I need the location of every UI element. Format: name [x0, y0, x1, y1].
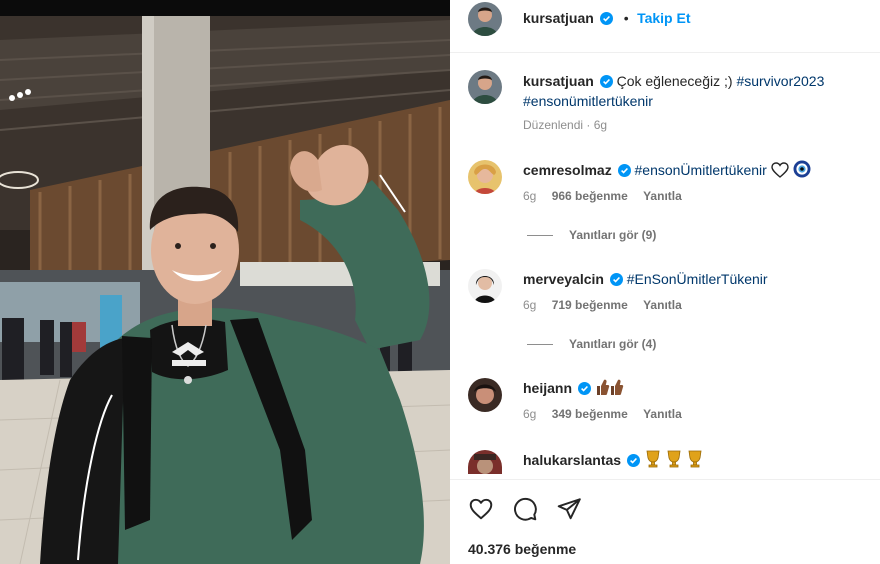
view-replies-button[interactable]: Yanıtları gör (9) [527, 228, 656, 242]
commenter-avatar[interactable] [468, 269, 502, 303]
comment: halukarslantas [523, 450, 853, 470]
comment-meta: 6g 966 beğenme Yanıtla [523, 186, 853, 206]
replies-line [527, 343, 553, 345]
reply-button[interactable]: Yanıtla [643, 298, 682, 312]
caption-meta: Düzenlendi · 6g [523, 118, 608, 132]
trophy-icon [646, 450, 702, 468]
comment-likes[interactable]: 349 beğenme [552, 407, 628, 421]
comment-meta: 6g 719 beğenme Yanıtla [523, 295, 853, 315]
post-header: kursatjuan • Takip Et [450, 0, 880, 40]
post-caption: kursatjuan Çok eğleneceğiz ;) #survivor2… [523, 71, 853, 135]
comment-username[interactable]: heijann [523, 380, 572, 396]
caption-text: Çok eğleneceğiz ;) [616, 73, 733, 89]
post-sidebar: kursatjuan • Takip Et kursatjuan Çok eğl… [450, 0, 880, 564]
verified-badge-icon [617, 164, 631, 177]
verified-badge-icon [577, 382, 591, 395]
post-photo[interactable] [0, 0, 450, 564]
verified-badge-icon [600, 12, 614, 25]
comment-username[interactable]: cemresolmaz [523, 162, 612, 178]
header-separator: • [623, 10, 629, 26]
caption-hashtag[interactable]: #survivor2023 [736, 73, 824, 89]
caption-username[interactable]: kursatjuan [523, 73, 594, 89]
view-replies-label: Yanıtları gör (9) [569, 228, 657, 242]
comment-meta: 6g 349 beğenme Yanıtla [523, 404, 853, 424]
reply-button[interactable]: Yanıtla [643, 407, 682, 421]
comment-username[interactable]: merveyalcin [523, 271, 604, 287]
comment: cemresolmaz #ensonÜmitlertükenir 6g 966 … [523, 160, 853, 206]
commenter-avatar[interactable] [468, 378, 502, 412]
comment-likes[interactable]: 966 beğenme [552, 189, 628, 203]
comment-text[interactable]: #ensonÜmitlertükenir [635, 162, 767, 178]
comment-text[interactable]: #EnSonÜmitlerTükenir [627, 271, 768, 287]
commenter-avatar[interactable] [468, 160, 502, 194]
likes-count[interactable]: 40.376 beğenme [468, 541, 576, 557]
comment: merveyalcin #EnSonÜmitlerTükenir 6g 719 … [523, 269, 853, 315]
view-replies-label: Yanıtları gör (4) [569, 337, 657, 351]
comment-time: 6g [523, 298, 537, 312]
verified-badge-icon [626, 454, 640, 467]
reply-button[interactable]: Yanıtla [643, 189, 682, 203]
verified-badge-icon [609, 273, 623, 286]
action-bar [468, 496, 582, 522]
comment: heijann 6g 349 beğenme Yanıtla [523, 378, 853, 424]
actions-divider [450, 479, 880, 480]
comment-username[interactable]: halukarslantas [523, 452, 621, 468]
comment-time: 6g [523, 189, 537, 203]
verified-badge-icon [599, 75, 613, 88]
nazar-amulet-icon [793, 160, 811, 178]
share-icon[interactable] [556, 496, 582, 522]
heart-icon[interactable] [468, 496, 494, 522]
thumbs-up-icon [596, 379, 623, 395]
caption-hashtag[interactable]: #ensonümitlertükenir [523, 93, 653, 109]
comment-likes[interactable]: 719 beğenme [552, 298, 628, 312]
author-avatar[interactable] [468, 2, 502, 36]
header-divider [450, 52, 880, 53]
caption-avatar[interactable] [468, 70, 502, 104]
replies-line [527, 234, 553, 236]
follow-button[interactable]: Takip Et [637, 10, 690, 26]
view-replies-button[interactable]: Yanıtları gör (4) [527, 337, 656, 351]
comment-icon[interactable] [512, 496, 538, 522]
commenter-avatar[interactable] [468, 450, 502, 474]
post-photo-illustration [0, 0, 450, 564]
comment-time: 6g [523, 407, 537, 421]
white-heart-icon [770, 162, 789, 178]
author-username[interactable]: kursatjuan [523, 10, 594, 26]
